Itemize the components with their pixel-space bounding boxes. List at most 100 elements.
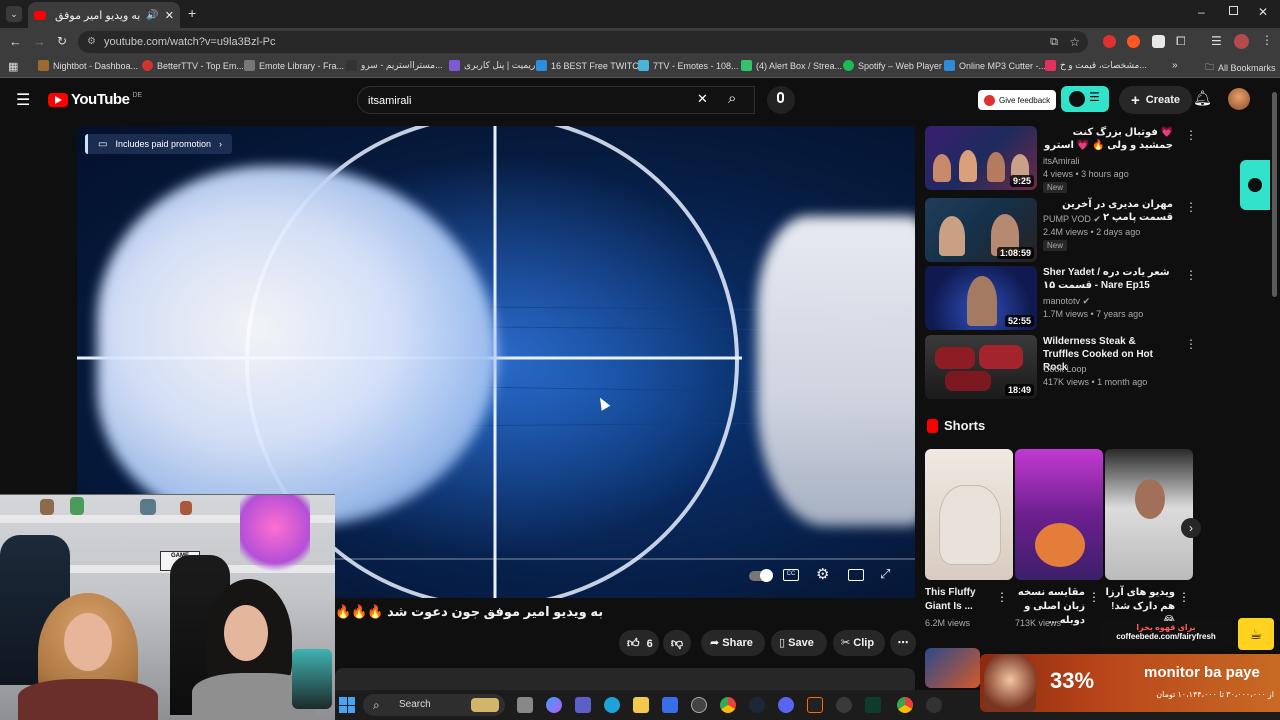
notifications-bell-icon[interactable]: 🔔︎ <box>1193 89 1212 107</box>
app-icon[interactable] <box>836 697 852 713</box>
media-player-icon[interactable] <box>926 697 942 713</box>
more-actions-button[interactable]: ⋯ <box>890 630 916 656</box>
clip-button[interactable]: ✂ Clip <box>833 630 885 656</box>
settings-gear-icon[interactable]: ⚙ <box>816 565 829 583</box>
more-options-icon[interactable]: ⋮ <box>1185 337 1197 351</box>
short-thumbnail[interactable] <box>1105 449 1193 580</box>
more-options-icon[interactable]: ⋮ <box>996 590 1008 604</box>
app-icon[interactable] <box>807 697 823 713</box>
like-button[interactable]: 👍︎ 6 <box>619 630 659 656</box>
page-scrollbar[interactable] <box>1272 92 1277 297</box>
captions-icon[interactable]: CC <box>783 569 799 581</box>
recommended-video[interactable]: 52:55 Sher Yadet / شعر یادت دره - قسمت ۱… <box>925 266 1197 330</box>
discord-icon[interactable] <box>778 697 794 713</box>
task-view-icon[interactable] <box>517 697 533 713</box>
more-options-icon[interactable]: ⋮ <box>1185 200 1197 214</box>
copilot-icon[interactable] <box>546 697 562 713</box>
file-explorer-icon[interactable] <box>633 697 649 713</box>
channel-name[interactable]: itsAmirali <box>1043 156 1080 166</box>
miniplayer-icon[interactable] <box>848 569 864 581</box>
extension-icon[interactable] <box>1103 35 1116 48</box>
next-video-card[interactable] <box>925 648 980 688</box>
maximize-icon[interactable] <box>1229 6 1238 15</box>
recommended-video[interactable]: 18:49 Wilderness Steak & Truffles Cooked… <box>925 335 1197 399</box>
bookmark-item[interactable]: 7TV - Emotes - 108... <box>638 60 739 71</box>
extension-icon[interactable] <box>1152 35 1165 48</box>
browser-menu-icon[interactable]: ⋮ <box>1261 33 1273 47</box>
bookmark-item[interactable]: Emote Library - Fra... <box>244 60 344 71</box>
app-icon[interactable] <box>865 697 881 713</box>
video-thumbnail[interactable]: 18:49 <box>925 335 1037 399</box>
extension-side-button[interactable] <box>1240 160 1270 210</box>
short-thumbnail[interactable] <box>1015 449 1103 580</box>
youtube-logo[interactable]: YouTube DE <box>48 91 142 108</box>
channel-name[interactable]: manototv ✔ <box>1043 296 1090 307</box>
bookmark-item[interactable]: 16 BEST Free TWITC... <box>536 60 646 71</box>
back-icon[interactable]: ← <box>9 34 22 49</box>
chrome-icon[interactable] <box>897 697 913 713</box>
browser-tab-active[interactable]: به ویدیو امیر موفق جو... 🔊 ✕ <box>28 2 180 28</box>
more-options-icon[interactable]: ⋮ <box>1185 128 1197 142</box>
paid-promotion-badge[interactable]: ▭ Includes paid promotion › <box>85 134 233 154</box>
save-button[interactable]: ▯ Save <box>771 630 827 656</box>
app-icon[interactable] <box>691 697 707 713</box>
bookmark-star-icon[interactable]: ☆ <box>1069 31 1080 53</box>
new-tab-icon[interactable]: + <box>188 5 196 21</box>
bookmark-item[interactable]: مسترااستریم - سرو... <box>346 60 443 71</box>
close-window-icon[interactable]: ✕ <box>1258 5 1268 19</box>
shorts-next-icon[interactable]: › <box>1181 518 1201 538</box>
short-title[interactable]: This Fluffy Giant Is ... <box>925 586 995 614</box>
search-button[interactable]: ⌕ <box>718 86 755 114</box>
search-input[interactable]: itsamirali <box>357 86 755 114</box>
store-icon[interactable] <box>662 697 678 713</box>
give-feedback-button[interactable]: Give feedback <box>978 90 1057 110</box>
teams-icon[interactable] <box>575 697 591 713</box>
more-options-icon[interactable]: ⋮ <box>1185 268 1197 282</box>
video-thumbnail[interactable]: 9:25 <box>925 126 1037 190</box>
forward-icon[interactable]: → <box>33 34 46 49</box>
site-info-icon[interactable]: ⚙ <box>87 31 96 53</box>
dislike-button[interactable]: 👎︎ <box>663 630 691 656</box>
description-box[interactable] <box>335 668 915 690</box>
bookmark-item[interactable]: (4) Alert Box / Strea... <box>741 60 842 71</box>
taskbar-search[interactable]: ⌕ Search <box>363 694 505 716</box>
clear-search-icon[interactable]: ✕ <box>697 91 708 107</box>
hamburger-menu-icon[interactable]: ☰ <box>16 90 30 110</box>
close-tab-icon[interactable]: ✕ <box>165 9 174 22</box>
bookmark-item[interactable]: Nightbot - Dashboa... <box>38 60 138 71</box>
bookmark-item[interactable]: Online MP3 Cutter -... <box>944 60 1046 71</box>
recommended-video[interactable]: 9:25 💗 فوتبال بزرگ کنت جمشید و ولی 🔥 💗 ا… <box>925 126 1197 193</box>
tab-list-icon[interactable]: ⌄ <box>6 6 22 22</box>
bookmark-item[interactable]: BetterTTV - Top Em... <box>142 60 244 71</box>
more-options-icon[interactable]: ⋮ <box>1178 590 1190 604</box>
autoplay-toggle[interactable] <box>749 569 773 582</box>
channel-name[interactable]: PUMP VOD ✔ <box>1043 214 1101 225</box>
audio-icon[interactable]: 🔊 <box>146 10 158 21</box>
fullscreen-icon[interactable]: ⤢ <box>880 566 890 582</box>
more-bookmarks-icon[interactable]: » <box>1172 60 1178 71</box>
extension-icon[interactable] <box>1127 35 1140 48</box>
video-title[interactable]: Sher Yadet / شعر یادت دره - قسمت ۱۵ Nare… <box>1043 266 1173 292</box>
steam-icon[interactable] <box>749 697 765 713</box>
edge-icon[interactable] <box>604 697 620 713</box>
reload-icon[interactable]: ↻ <box>57 34 67 48</box>
chrome-icon[interactable] <box>720 697 736 713</box>
bookmark-item[interactable]: ریمیت | پنل کاربری <box>449 60 535 71</box>
create-button[interactable]: + Create <box>1119 86 1193 114</box>
minimize-icon[interactable]: – <box>1198 5 1205 19</box>
recommended-video[interactable]: 1:08:59 مهران مدیری در آخرین قسمت پامپ ۲… <box>925 198 1197 262</box>
extension-toggle-button[interactable]: ☰ <box>1061 86 1109 112</box>
voice-search-button[interactable] <box>767 86 795 114</box>
share-button[interactable]: ➦ Share <box>701 630 765 656</box>
all-bookmarks[interactable]: 🗀 All Bookmarks <box>1205 60 1276 76</box>
install-icon[interactable]: ⧉ <box>1050 31 1058 53</box>
bookmark-item[interactable]: Spotify – Web Player <box>843 60 942 71</box>
video-thumbnail[interactable]: 1:08:59 <box>925 198 1037 262</box>
video-thumbnail[interactable]: 52:55 <box>925 266 1037 330</box>
reading-list-icon[interactable]: ☰ <box>1211 34 1222 48</box>
windows-start-icon[interactable] <box>339 697 355 713</box>
url-input[interactable]: ⚙ youtube.com/watch?v=u9la3Bzl-Pc ⧉ ☆ <box>78 31 1088 53</box>
progress-bar[interactable] <box>335 558 915 560</box>
apps-grid-icon[interactable]: ▦ <box>8 60 18 73</box>
profile-avatar[interactable] <box>1234 34 1249 49</box>
